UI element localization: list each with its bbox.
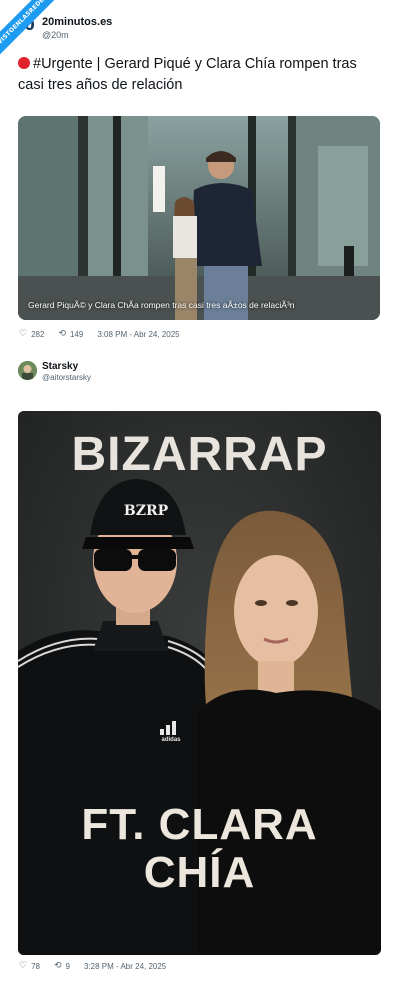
tweet-text: #Urgente | Gerard Piqué y Clara Chía rom… (18, 54, 383, 96)
tweet-text-content: #Urgente | Gerard Piqué y Clara Chía rom… (18, 56, 357, 93)
avatar-starsky[interactable] (18, 361, 37, 380)
retweet-icon[interactable]: ⟲ (54, 961, 62, 971)
retweet-icon[interactable]: ⟲ (58, 329, 66, 339)
image-caption: Gerard PiquÃ© y Clara ChÃ­a rompen tras … (28, 300, 295, 310)
tweet-20minutos[interactable]: 20 20 20minutos.es @20m #Urgente | Gerar… (0, 0, 400, 345)
timestamp[interactable]: 3:08 PM - Abr 24, 2025 (97, 330, 179, 339)
poster-image-card[interactable]: BIZARRAP BZRP adidas FT. CLARA CHÍA (18, 411, 381, 955)
poster-subtitle: FT. CLARA CHÍA (18, 801, 381, 897)
retweet-count: 149 (69, 329, 84, 339)
poster-title: BIZARRAP (71, 428, 328, 481)
like-count: 282 (31, 329, 45, 339)
tweet2-meta: ♡ 78 ⟲ 9 3:28 PM - Abr 24, 2025 (19, 961, 166, 971)
cap-logo: BZRP (123, 503, 169, 519)
heart-icon[interactable]: ♡ (19, 329, 27, 339)
author-name-starsky[interactable]: Starsky (42, 361, 78, 372)
poster-subtitle-line1: FT. CLARA (81, 800, 318, 849)
like-count: 78 (31, 961, 40, 971)
retweet-count: 9 (65, 961, 70, 971)
red-circle-icon (18, 57, 30, 69)
author-name[interactable]: 20minutos.es (42, 16, 112, 28)
timestamp[interactable]: 3:28 PM - Abr 24, 2025 (84, 962, 166, 971)
author-handle-starsky[interactable]: @aitorstarsky (42, 373, 91, 382)
news-image-card[interactable]: Gerard PiquÃ© y Clara ChÃ­a rompen tras … (18, 116, 380, 320)
heart-icon[interactable]: ♡ (19, 961, 27, 971)
jacket-logo-text: adidas (161, 737, 181, 743)
author-handle[interactable]: @20m (42, 30, 69, 40)
poster-subtitle-line2: CHÍA (143, 848, 256, 897)
news-photo (18, 116, 380, 320)
tweet-meta: ♡ 282 ⟲ 149 3:08 PM - Abr 24, 2025 (19, 329, 180, 339)
